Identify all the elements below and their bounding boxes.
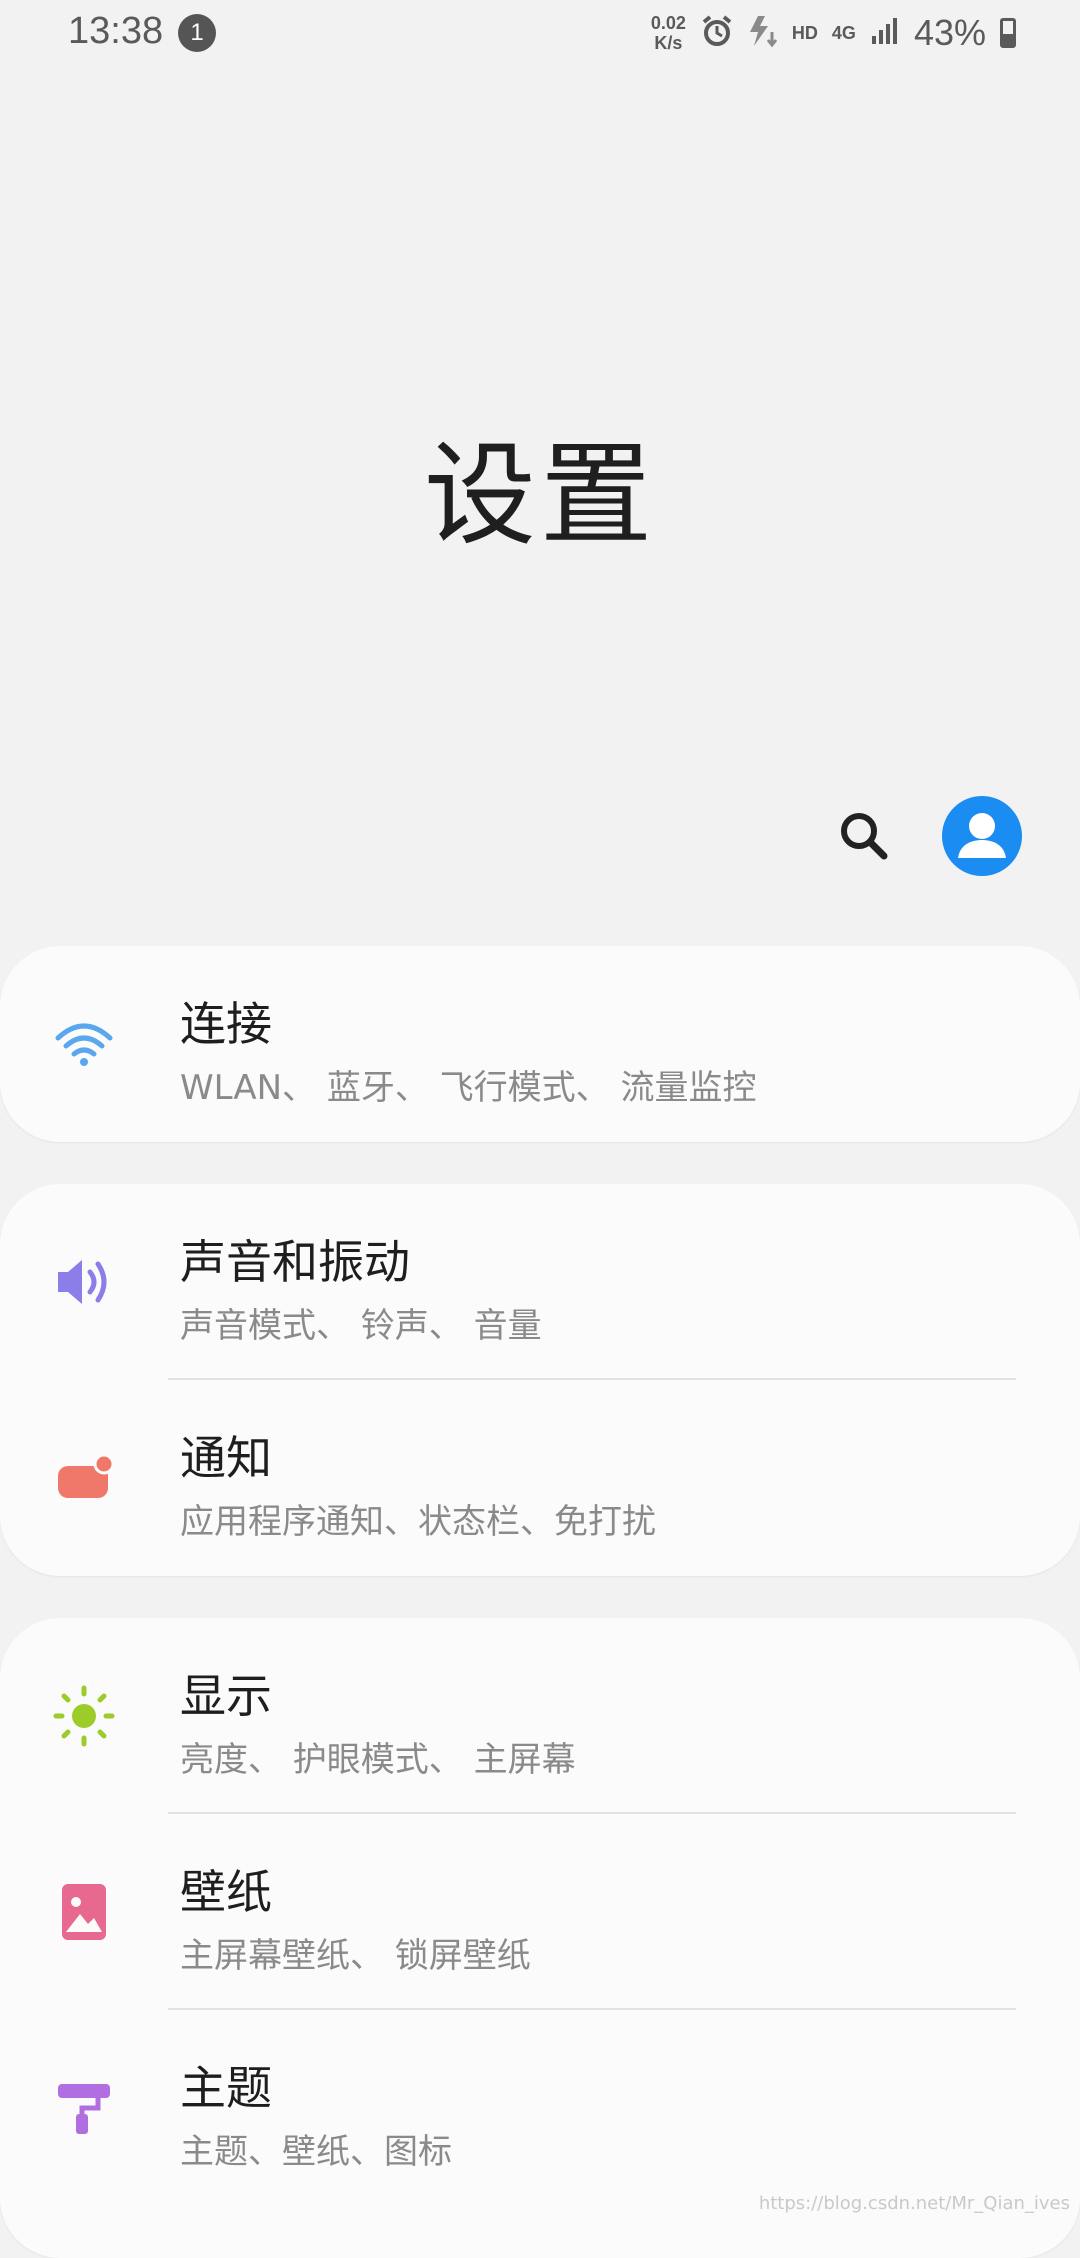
search-icon [834, 806, 894, 866]
network-speed-unit: K/s [651, 33, 686, 53]
settings-item-subtitle: WLAN、 蓝牙、 飞行模式、 流量监控 [180, 1060, 756, 1109]
settings-item-title: 连接 [180, 988, 272, 1054]
settings-item-subtitle: 应用程序通知、状态栏、免打扰 [180, 1494, 656, 1543]
network-speed-value: 0.02 [651, 13, 686, 33]
page-title: 设置 [0, 405, 1080, 567]
status-time: 13:38 [68, 10, 163, 53]
settings-item-subtitle: 亮度、 护眼模式、 主屏幕 [180, 1732, 576, 1781]
battery-icon [1000, 18, 1016, 48]
alarm-icon [700, 14, 734, 53]
settings-item-subtitle: 声音模式、 铃声、 音量 [180, 1298, 542, 1347]
settings-item-title: 声音和振动 [180, 1226, 410, 1292]
signal-icon [870, 16, 900, 51]
settings-item-notifications[interactable]: 通知 应用程序通知、状态栏、免打扰 [0, 1380, 1080, 1576]
status-icons: 0.02 K/s HD 4G 43% [651, 8, 1016, 58]
theme-brush-icon [52, 2076, 116, 2140]
account-avatar[interactable] [942, 796, 1022, 876]
settings-item-wallpaper[interactable]: 壁纸 主屏幕壁纸、 锁屏壁纸 [0, 1814, 1080, 2010]
settings-item-sound[interactable]: 声音和振动 声音模式、 铃声、 音量 [0, 1184, 1080, 1380]
notification-icon [52, 1446, 116, 1510]
settings-item-subtitle: 主屏幕壁纸、 锁屏壁纸 [180, 1928, 531, 1977]
search-button[interactable] [834, 806, 894, 866]
wallpaper-icon [52, 1880, 116, 1944]
settings-item-theme[interactable]: 主题 主题、壁纸、图标 [0, 2010, 1080, 2206]
settings-item-title: 壁纸 [180, 1856, 272, 1922]
network-speed: 0.02 K/s [651, 13, 686, 53]
watermark: https://blog.csdn.net/Mr_Qian_ives [759, 2193, 1070, 2214]
settings-card-sound-notifications: 声音和振动 声音模式、 铃声、 音量 通知 应用程序通知、状态栏、免打扰 [0, 1184, 1080, 1576]
status-bar: 13:38 1 0.02 K/s HD 4G [0, 0, 1080, 66]
wifi-icon [52, 1012, 116, 1076]
settings-item-title: 主题 [180, 2052, 272, 2118]
settings-item-subtitle: 主题、壁纸、图标 [180, 2124, 452, 2173]
network-type-label: 4G [832, 23, 856, 44]
hd-label: HD [792, 23, 818, 44]
settings-card-connections: 连接 WLAN、 蓝牙、 飞行模式、 流量监控 [0, 946, 1080, 1142]
settings-item-title: 显示 [180, 1660, 272, 1726]
settings-item-display[interactable]: 显示 亮度、 护眼模式、 主屏幕 [0, 1618, 1080, 1814]
volume-icon [52, 1250, 116, 1314]
notification-count-badge: 1 [178, 14, 216, 52]
charging-icon [748, 14, 778, 53]
battery-percent: 43% [914, 12, 986, 54]
settings-item-title: 通知 [180, 1422, 272, 1488]
brightness-icon [52, 1684, 116, 1748]
settings-card-display: 显示 亮度、 护眼模式、 主屏幕 壁纸 主屏幕壁纸、 锁屏壁纸 主题 主题、壁纸… [0, 1618, 1080, 2258]
settings-item-connections[interactable]: 连接 WLAN、 蓝牙、 飞行模式、 流量监控 [0, 946, 1080, 1142]
account-avatar-icon [942, 796, 1022, 876]
